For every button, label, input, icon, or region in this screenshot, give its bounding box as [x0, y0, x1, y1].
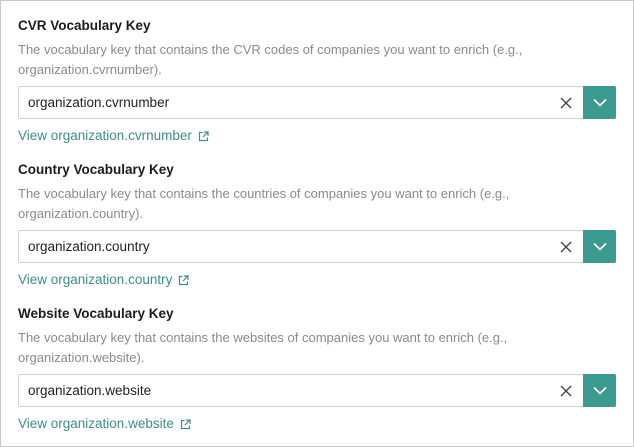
clear-selection-button[interactable]: [553, 87, 579, 118]
close-icon: [560, 241, 572, 252]
field-description: The vocabulary key that contains the CVR…: [18, 42, 523, 77]
country-vocabulary-key-field: Country Vocabulary Key The vocabulary ke…: [18, 161, 616, 287]
dropdown-toggle-button[interactable]: [583, 86, 616, 119]
field-title: Website Vocabulary Key: [18, 306, 174, 321]
country-vocabulary-key-select[interactable]: organization.country: [18, 230, 616, 263]
cvr-vocabulary-key-select[interactable]: organization.cvrnumber: [18, 86, 616, 119]
chevron-down-icon: [592, 386, 607, 395]
external-link-icon: [180, 418, 191, 430]
chevron-down-icon: [592, 242, 607, 251]
link-label: View organization.website: [18, 416, 174, 431]
website-vocabulary-key-select[interactable]: organization.website: [18, 374, 616, 407]
chevron-down-icon: [592, 98, 607, 107]
selected-value: organization.website: [28, 383, 152, 398]
external-link-icon: [178, 274, 189, 286]
close-icon: [560, 385, 572, 396]
selected-value: organization.country: [28, 239, 150, 254]
website-vocabulary-key-field: Website Vocabulary Key The vocabulary ke…: [18, 305, 616, 431]
settings-panel: CVR Vocabulary Key The vocabulary key th…: [0, 0, 634, 447]
view-website-vocabulary-link[interactable]: View organization.website: [18, 415, 191, 433]
field-description: The vocabulary key that contains the cou…: [18, 186, 510, 221]
view-country-vocabulary-link[interactable]: View organization.country: [18, 271, 189, 289]
close-icon: [560, 97, 572, 108]
dropdown-toggle-button[interactable]: [583, 374, 616, 407]
field-description: The vocabulary key that contains the web…: [18, 330, 508, 365]
clear-selection-button[interactable]: [553, 375, 579, 406]
field-title: Country Vocabulary Key: [18, 162, 174, 177]
link-label: View organization.cvrnumber: [18, 128, 192, 143]
dropdown-toggle-button[interactable]: [583, 230, 616, 263]
selected-value: organization.cvrnumber: [28, 95, 170, 110]
view-cvr-vocabulary-link[interactable]: View organization.cvrnumber: [18, 127, 209, 145]
clear-selection-button[interactable]: [553, 231, 579, 262]
field-title: CVR Vocabulary Key: [18, 18, 151, 33]
link-label: View organization.country: [18, 272, 173, 287]
external-link-icon: [198, 130, 209, 142]
cvr-vocabulary-key-field: CVR Vocabulary Key The vocabulary key th…: [18, 17, 616, 143]
